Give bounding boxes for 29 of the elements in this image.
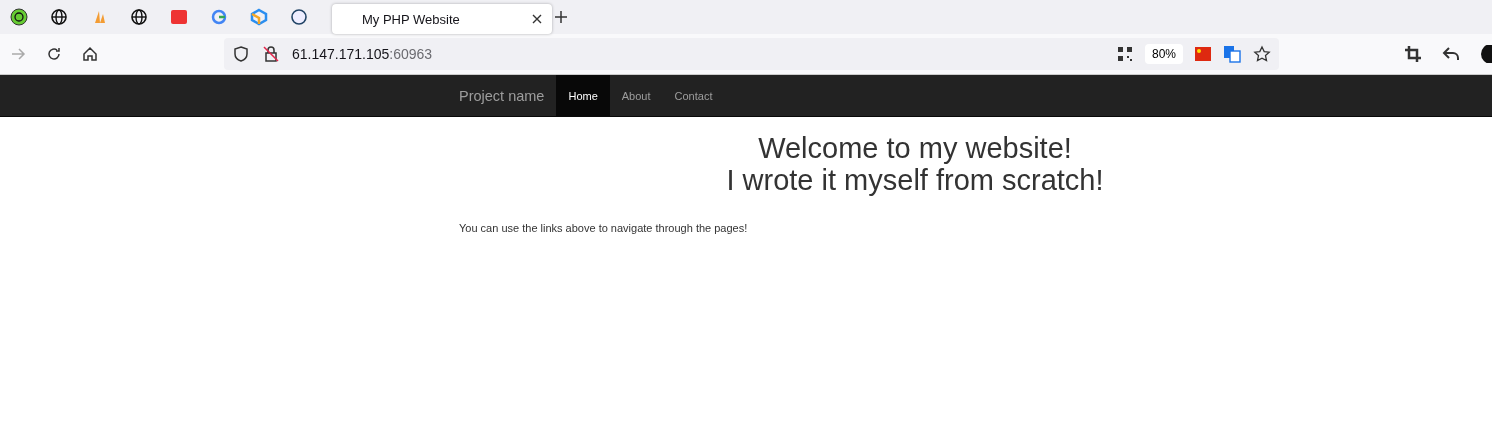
page-heading: I wrote it myself from scratch! xyxy=(725,164,1105,196)
flag-icon[interactable] xyxy=(1195,47,1211,61)
plus-icon[interactable] xyxy=(552,8,570,26)
circle-icon[interactable] xyxy=(10,8,28,26)
lock-icon[interactable] xyxy=(262,45,280,63)
body-text: You can use the links above to navigate through the pages! xyxy=(459,222,749,234)
url-text: 61.147.171.105:60963 xyxy=(292,46,434,62)
star-icon[interactable] xyxy=(1253,45,1271,63)
close-icon[interactable] xyxy=(532,14,542,24)
circle-icon[interactable] xyxy=(290,8,308,26)
globe-icon[interactable] xyxy=(50,8,68,26)
crop-icon[interactable] xyxy=(1404,45,1422,63)
shield-icon[interactable] xyxy=(232,45,250,63)
brand-link[interactable]: Project name xyxy=(459,75,557,116)
cube-icon[interactable] xyxy=(250,8,268,26)
page-heading: Welcome to my website! xyxy=(757,132,1073,164)
qr-code-icon[interactable] xyxy=(1116,46,1133,62)
zoom-level[interactable]: 80% xyxy=(1144,44,1183,64)
nav-link[interactable]: Home xyxy=(556,75,610,116)
nav-link[interactable]: About xyxy=(609,75,663,116)
translate-icon[interactable] xyxy=(1223,45,1241,63)
reload-icon[interactable] xyxy=(45,45,63,63)
browser-tab[interactable]: My PHP Website xyxy=(332,4,552,34)
square-icon[interactable] xyxy=(170,8,188,26)
home-icon[interactable] xyxy=(81,45,99,63)
address-bar[interactable]: 61.147.171.105:60963 80% xyxy=(224,38,1279,70)
undo-icon[interactable] xyxy=(1442,45,1460,63)
globe-icon[interactable] xyxy=(130,8,148,26)
nav-link[interactable]: Contact xyxy=(662,75,725,116)
